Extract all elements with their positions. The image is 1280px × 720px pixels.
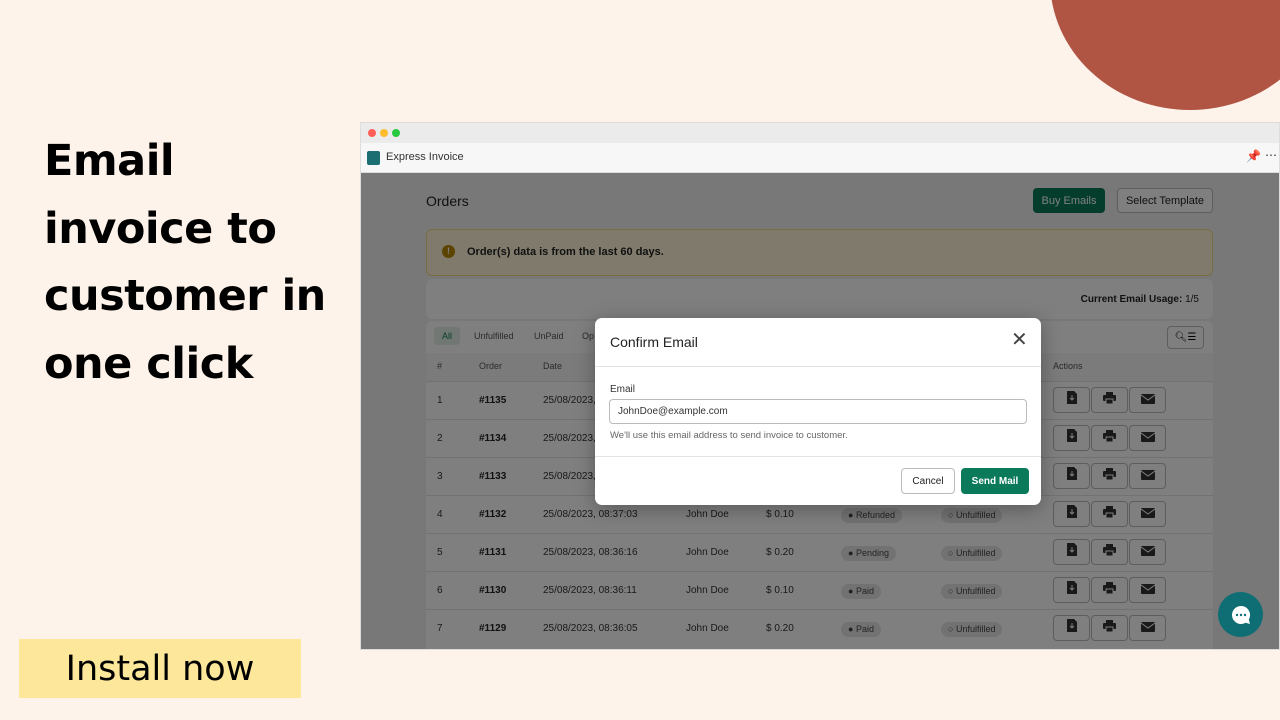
email-label: Email: [610, 384, 636, 395]
confirm-email-modal: Confirm Email ✕ Email We'll use this ema…: [595, 318, 1041, 505]
headline-line: Email: [44, 136, 175, 186]
close-window-button[interactable]: [368, 129, 376, 137]
install-now-button[interactable]: Install now: [19, 639, 301, 698]
app-title: Express Invoice: [386, 151, 464, 163]
headline-line: customer in: [44, 271, 326, 321]
more-icon[interactable]: ⋯: [1265, 148, 1277, 162]
decorative-blob: [1050, 0, 1280, 110]
app-logo-icon: [367, 151, 380, 165]
app-header: Express Invoice 📌 ⋯: [361, 143, 1279, 173]
divider: [595, 456, 1041, 457]
chat-button[interactable]: [1218, 592, 1263, 637]
window-titlebar: [361, 123, 1279, 143]
modal-title: Confirm Email: [610, 334, 698, 350]
pin-icon[interactable]: 📌: [1246, 149, 1261, 163]
email-field[interactable]: [609, 399, 1027, 424]
headline: Email invoice to customer in one click: [44, 128, 354, 398]
headline-line: invoice to: [44, 203, 277, 254]
close-icon[interactable]: ✕: [1011, 330, 1028, 350]
divider: [595, 366, 1041, 367]
maximize-window-button[interactable]: [392, 129, 400, 137]
headline-line: one click: [44, 338, 253, 389]
chat-icon: [1231, 605, 1250, 624]
cancel-button[interactable]: Cancel: [901, 468, 955, 494]
send-mail-button[interactable]: Send Mail: [961, 468, 1029, 494]
minimize-window-button[interactable]: [380, 129, 388, 137]
email-help-text: We'll use this email address to send inv…: [610, 430, 848, 441]
